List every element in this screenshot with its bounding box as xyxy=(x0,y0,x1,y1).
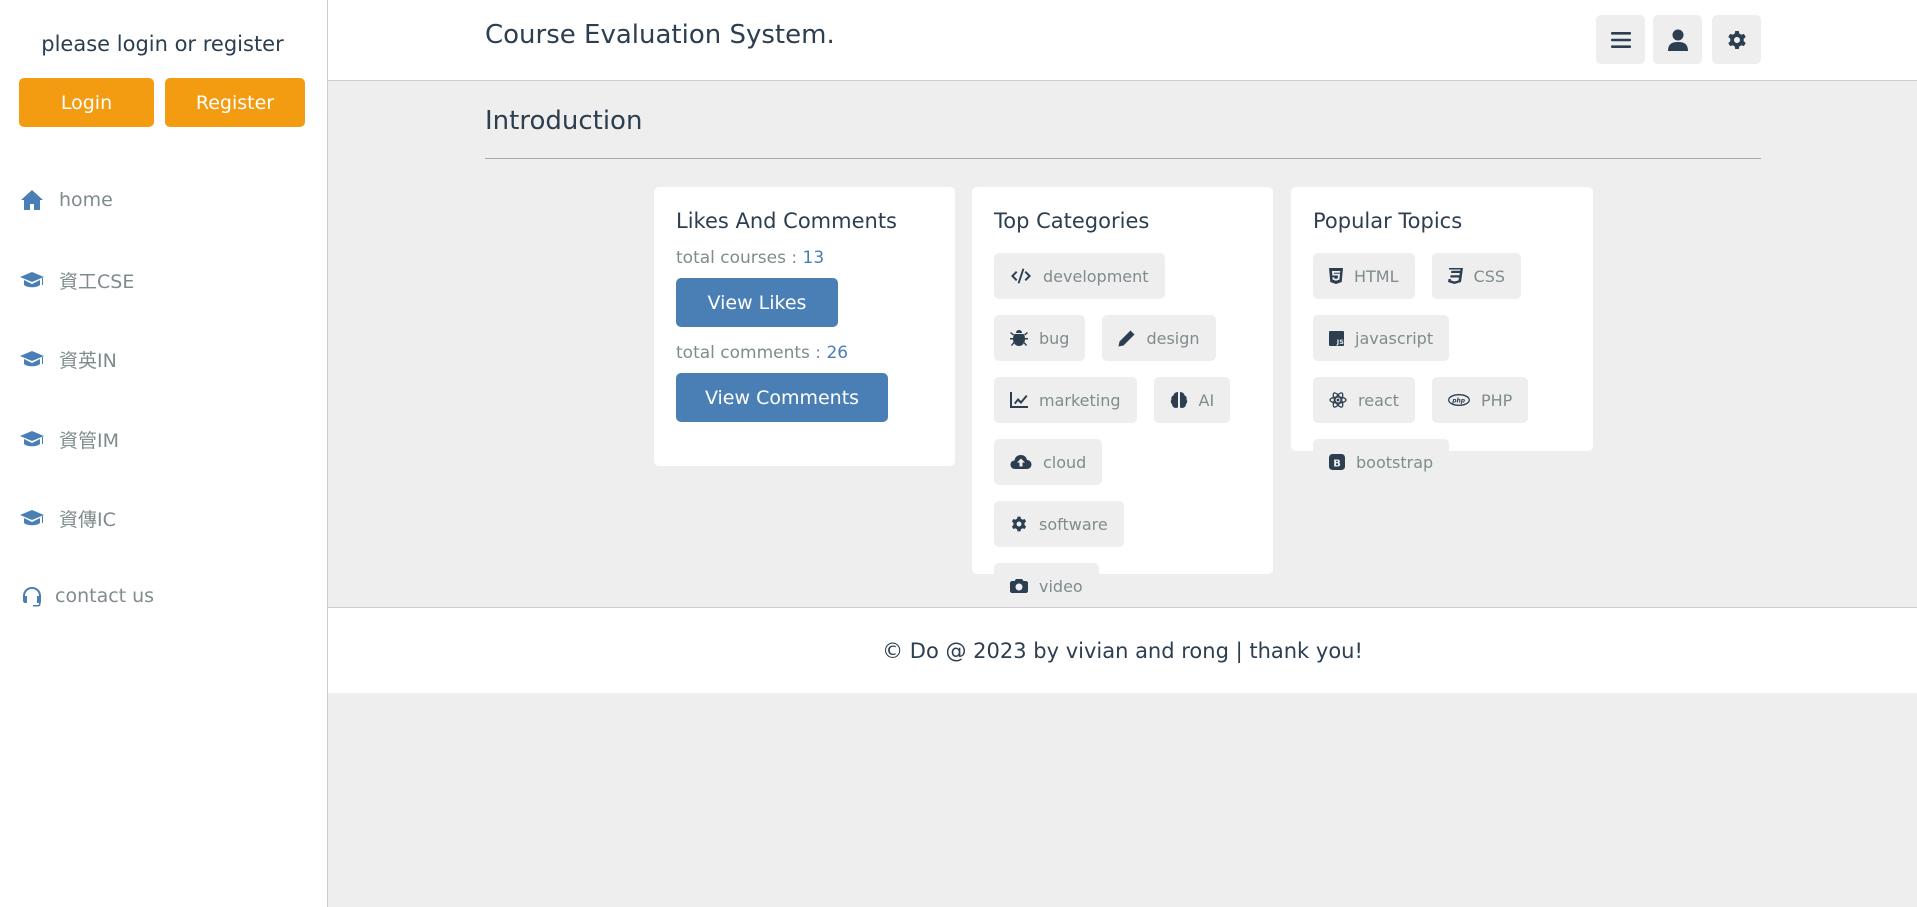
menu-icon xyxy=(1610,31,1631,48)
pen-icon xyxy=(1118,330,1135,346)
page-footer: © Do @ 2023 by vivian and rong | thank y… xyxy=(328,607,1917,693)
sidebar: please login or register Login Register … xyxy=(0,0,328,907)
topic-tag-html[interactable]: HTML xyxy=(1313,253,1415,299)
sidebar-item-label: 資工CSE xyxy=(59,270,135,293)
tag-label: AI xyxy=(1198,390,1215,410)
bug-icon xyxy=(1010,330,1028,346)
sidebar-item-label: 資英IN xyxy=(59,349,117,372)
category-tag-marketing[interactable]: marketing xyxy=(994,377,1137,423)
menu-button[interactable] xyxy=(1596,15,1645,64)
tag-label: react xyxy=(1358,390,1399,410)
sidebar-item-cse[interactable]: 資工CSE xyxy=(19,265,134,295)
topic-tag-css[interactable]: CSS xyxy=(1431,253,1522,299)
total-courses-label: total courses : xyxy=(676,248,803,268)
title-divider xyxy=(485,158,1761,159)
bootstrap-icon: B xyxy=(1329,454,1345,470)
total-courses-count: 13 xyxy=(802,248,825,268)
tag-label: design xyxy=(1146,328,1200,348)
tag-label: marketing xyxy=(1039,390,1121,410)
footer-credit: © Do @ 2023 by vivian and rong | thank y… xyxy=(882,638,1363,663)
sidebar-item-label: 資傳IC xyxy=(59,508,116,531)
css3-icon xyxy=(1447,268,1463,284)
login-button[interactable]: Login xyxy=(19,78,154,127)
total-comments-label: total comments : xyxy=(676,343,827,363)
view-comments-button[interactable]: View Comments xyxy=(676,373,888,422)
graduation-cap-icon xyxy=(19,426,45,452)
popular-topics-box: Popular Topics HTML CSS JS javascript re… xyxy=(1291,187,1593,485)
categories-box-title: Top Categories xyxy=(994,209,1150,233)
topic-tag-bootstrap[interactable]: B bootstrap xyxy=(1313,439,1450,485)
home-icon xyxy=(19,187,45,213)
sidebar-item-ic[interactable]: 資傳IC xyxy=(19,503,116,533)
graduation-cap-icon xyxy=(19,346,45,372)
code-icon xyxy=(1011,268,1031,284)
topics-box-title: Popular Topics xyxy=(1313,209,1463,233)
headset-icon xyxy=(19,583,45,609)
topic-tags: HTML CSS JS javascript react php PHP B b… xyxy=(1313,253,1571,501)
category-tag-video[interactable]: video xyxy=(994,563,1099,609)
gear-icon xyxy=(1011,516,1027,532)
total-comments: total comments : 26 xyxy=(676,343,933,363)
view-likes-button[interactable]: View Likes xyxy=(676,278,838,327)
app-logo[interactable]: Course Evaluation System. xyxy=(485,20,835,50)
settings-button[interactable] xyxy=(1712,15,1761,64)
tag-label: cloud xyxy=(1043,452,1087,472)
user-icon xyxy=(1667,29,1688,51)
camera-icon xyxy=(1010,579,1028,593)
sidebar-item-label: home xyxy=(59,189,113,211)
svg-text:php: php xyxy=(1451,398,1466,405)
sidebar-item-im[interactable]: 資管IM xyxy=(19,424,119,454)
tag-label: video xyxy=(1039,576,1083,596)
tag-label: PHP xyxy=(1480,390,1513,410)
topic-tag-php[interactable]: php PHP xyxy=(1431,377,1529,423)
sidebar-item-label: 資管IM xyxy=(59,429,119,452)
svg-text:B: B xyxy=(1333,458,1341,469)
tag-label: software xyxy=(1039,514,1108,534)
profile-prompt: please login or register xyxy=(41,32,284,56)
topic-tag-javascript[interactable]: JS javascript xyxy=(1313,315,1450,361)
sidebar-item-label: contact us xyxy=(55,585,155,607)
html5-icon xyxy=(1329,268,1343,284)
topic-tag-react[interactable]: react xyxy=(1313,377,1415,423)
tag-label: CSS xyxy=(1473,266,1506,286)
graduation-cap-icon xyxy=(19,505,45,531)
tag-label: development xyxy=(1043,266,1149,286)
category-tag-cloud[interactable]: cloud xyxy=(994,439,1103,485)
page-title: Introduction xyxy=(485,106,643,136)
tag-label: bug xyxy=(1039,328,1070,348)
category-tag-development[interactable]: development xyxy=(994,253,1165,299)
top-header: Course Evaluation System. xyxy=(328,0,1917,81)
register-button[interactable]: Register xyxy=(165,78,305,127)
chart-line-icon xyxy=(1010,392,1028,408)
react-icon xyxy=(1329,392,1347,408)
category-tag-design[interactable]: design xyxy=(1102,315,1216,361)
svg-text:JS: JS xyxy=(1336,338,1344,346)
tag-label: javascript xyxy=(1355,328,1434,348)
likes-box-title: Likes And Comments xyxy=(676,209,897,233)
category-tag-bug[interactable]: bug xyxy=(994,315,1086,361)
tag-label: HTML xyxy=(1354,266,1399,286)
sidebar-item-home[interactable]: home xyxy=(19,185,113,215)
top-categories-box: Top Categories development bug design ma… xyxy=(972,187,1273,609)
tag-label: bootstrap xyxy=(1356,452,1434,472)
category-tag-ai[interactable]: AI xyxy=(1153,377,1231,423)
total-comments-count: 26 xyxy=(826,343,849,363)
category-tags: development bug design marketing AI clou… xyxy=(994,253,1251,625)
cloud-upload-icon xyxy=(1010,455,1032,469)
php-icon: php xyxy=(1448,394,1470,406)
likes-comments-box: Likes And Comments total courses : 13 Vi… xyxy=(654,187,955,466)
total-courses: total courses : 13 xyxy=(676,248,933,268)
sidebar-item-in[interactable]: 資英IN xyxy=(19,344,117,374)
gear-icon xyxy=(1727,30,1746,49)
category-tag-software[interactable]: software xyxy=(994,501,1124,547)
user-button[interactable] xyxy=(1653,15,1702,64)
js-icon: JS xyxy=(1329,330,1344,346)
brain-icon xyxy=(1170,392,1187,408)
graduation-cap-icon xyxy=(19,267,45,293)
sidebar-item-contact[interactable]: contact us xyxy=(19,581,154,611)
